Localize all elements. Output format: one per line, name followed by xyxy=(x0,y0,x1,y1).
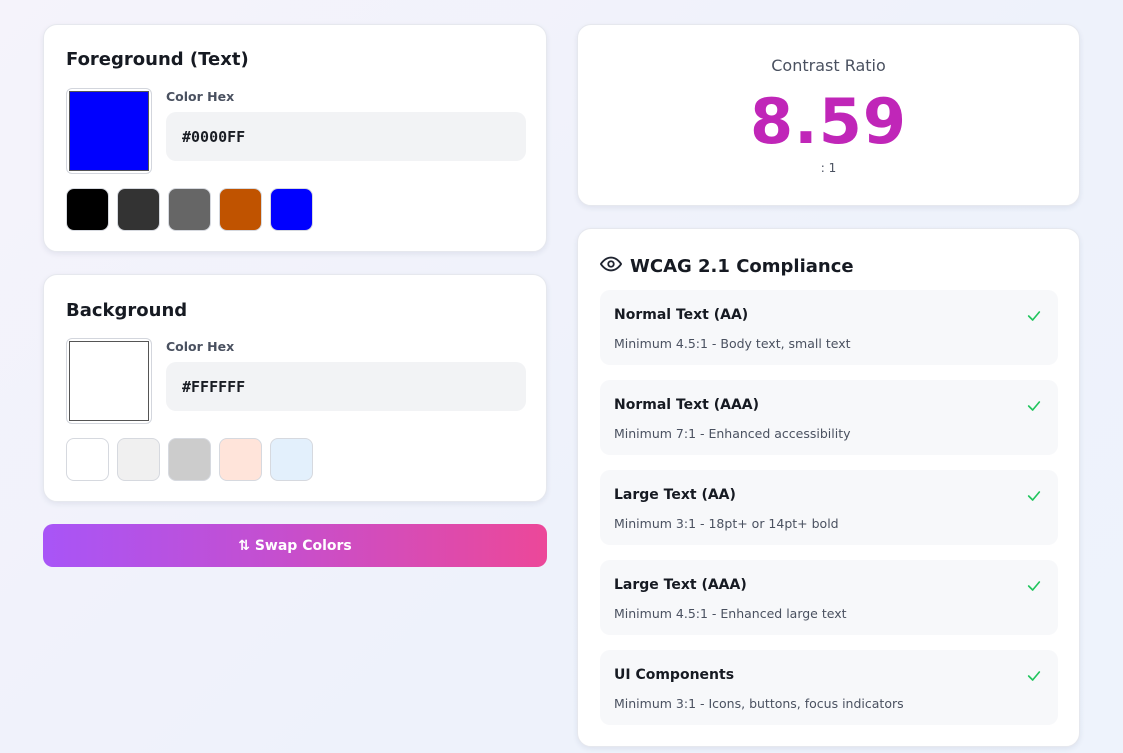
wcag-check-name: UI Components xyxy=(614,667,735,683)
contrast-ratio-value: 8.59 xyxy=(750,85,907,158)
checkmark-icon xyxy=(1026,398,1042,418)
background-card: Background Color Hex xyxy=(43,274,547,502)
checkmark-icon xyxy=(1026,578,1042,598)
background-title: Background xyxy=(66,300,188,321)
foreground-preset-swatch[interactable] xyxy=(66,188,109,231)
wcag-header: WCAG 2.1 Compliance xyxy=(600,253,854,279)
background-color-swatch[interactable] xyxy=(66,338,152,424)
contrast-ratio-suffix: : 1 xyxy=(820,161,837,175)
background-preset-swatch[interactable] xyxy=(117,438,160,481)
wcag-check-item: Large Text (AA) Minimum 3:1 - 18pt+ or 1… xyxy=(600,470,1058,545)
wcag-check-description: Minimum 3:1 - 18pt+ or 14pt+ bold xyxy=(614,516,839,531)
swap-colors-label: ⇅ Swap Colors xyxy=(238,537,352,554)
checkmark-icon xyxy=(1026,488,1042,508)
eye-icon xyxy=(600,253,622,279)
wcag-check-name: Normal Text (AAA) xyxy=(614,397,760,413)
background-hex-input[interactable] xyxy=(166,362,526,411)
checkmark-icon xyxy=(1026,308,1042,328)
foreground-color-swatch[interactable] xyxy=(66,88,152,174)
foreground-title: Foreground (Text) xyxy=(66,49,249,70)
contrast-ratio-label: Contrast Ratio xyxy=(771,56,886,75)
background-preset-swatch[interactable] xyxy=(66,438,109,481)
wcag-compliance-card: WCAG 2.1 Compliance Normal Text (AA) Min… xyxy=(577,228,1080,747)
foreground-preset-swatch[interactable] xyxy=(168,188,211,231)
foreground-color-preview xyxy=(69,91,149,171)
contrast-ratio-card: Contrast Ratio 8.59 : 1 xyxy=(577,24,1080,206)
background-preset-swatch[interactable] xyxy=(270,438,313,481)
background-hex-label: Color Hex xyxy=(166,339,235,354)
wcag-title: WCAG 2.1 Compliance xyxy=(630,255,854,277)
swap-colors-button[interactable]: ⇅ Swap Colors xyxy=(43,524,547,567)
background-preset-swatch[interactable] xyxy=(168,438,211,481)
foreground-hex-label: Color Hex xyxy=(166,89,235,104)
foreground-preset-swatch[interactable] xyxy=(117,188,160,231)
wcag-check-item: Large Text (AAA) Minimum 4.5:1 - Enhance… xyxy=(600,560,1058,635)
foreground-hex-input[interactable] xyxy=(166,112,526,161)
wcag-check-description: Minimum 4.5:1 - Body text, small text xyxy=(614,336,851,351)
background-color-preview xyxy=(69,341,149,421)
foreground-presets xyxy=(66,188,313,231)
wcag-check-item: Normal Text (AAA) Minimum 7:1 - Enhanced… xyxy=(600,380,1058,455)
foreground-preset-swatch[interactable] xyxy=(270,188,313,231)
wcag-check-item: Normal Text (AA) Minimum 4.5:1 - Body te… xyxy=(600,290,1058,365)
background-presets xyxy=(66,438,313,481)
foreground-preset-swatch[interactable] xyxy=(219,188,262,231)
wcag-check-description: Minimum 7:1 - Enhanced accessibility xyxy=(614,426,851,441)
checkmark-icon xyxy=(1026,668,1042,688)
wcag-check-description: Minimum 3:1 - Icons, buttons, focus indi… xyxy=(614,696,904,711)
background-preset-swatch[interactable] xyxy=(219,438,262,481)
wcag-check-name: Large Text (AA) xyxy=(614,487,736,503)
foreground-card: Foreground (Text) Color Hex xyxy=(43,24,547,252)
wcag-check-item: UI Components Minimum 3:1 - Icons, butto… xyxy=(600,650,1058,725)
wcag-check-description: Minimum 4.5:1 - Enhanced large text xyxy=(614,606,847,621)
wcag-check-name: Large Text (AAA) xyxy=(614,577,747,593)
wcag-check-name: Normal Text (AA) xyxy=(614,307,749,323)
